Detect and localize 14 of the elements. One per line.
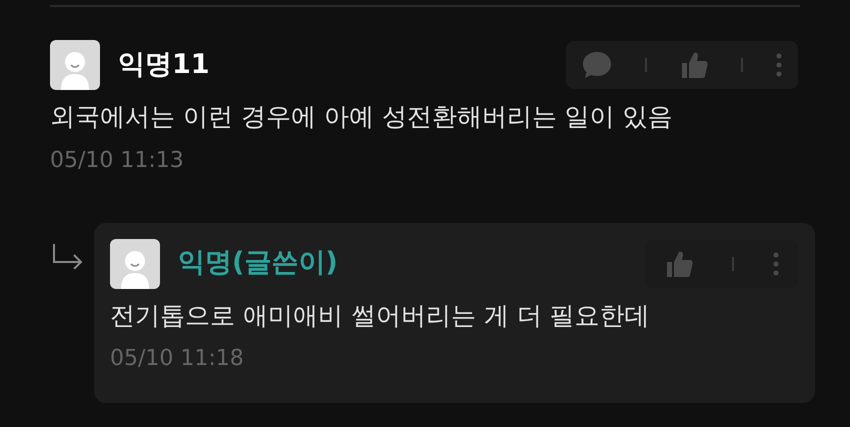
author-name: 익명(글쓴이): [178, 246, 338, 280]
author-name: 익명11: [118, 48, 210, 82]
avatar-icon: [50, 40, 100, 90]
timestamp: 05/10 11:18: [110, 345, 245, 373]
reply-arrow-icon: [52, 242, 84, 268]
thumbs-up-icon[interactable]: [680, 51, 708, 79]
comment-text: 전기톱으로 애미애비 썰어버리는 게 더 필요한데: [110, 300, 651, 332]
timestamp: 05/10 11:13: [50, 146, 185, 174]
thumbs-up-icon[interactable]: [664, 250, 692, 278]
more-icon[interactable]: [776, 53, 782, 77]
speech-bubble-icon[interactable]: [582, 51, 612, 79]
avatar-icon: [110, 238, 160, 288]
more-icon[interactable]: [772, 252, 778, 276]
comment-text: 외국에서는 이런 경우에 아예 성전환해버리는 일이 있음: [50, 101, 674, 133]
